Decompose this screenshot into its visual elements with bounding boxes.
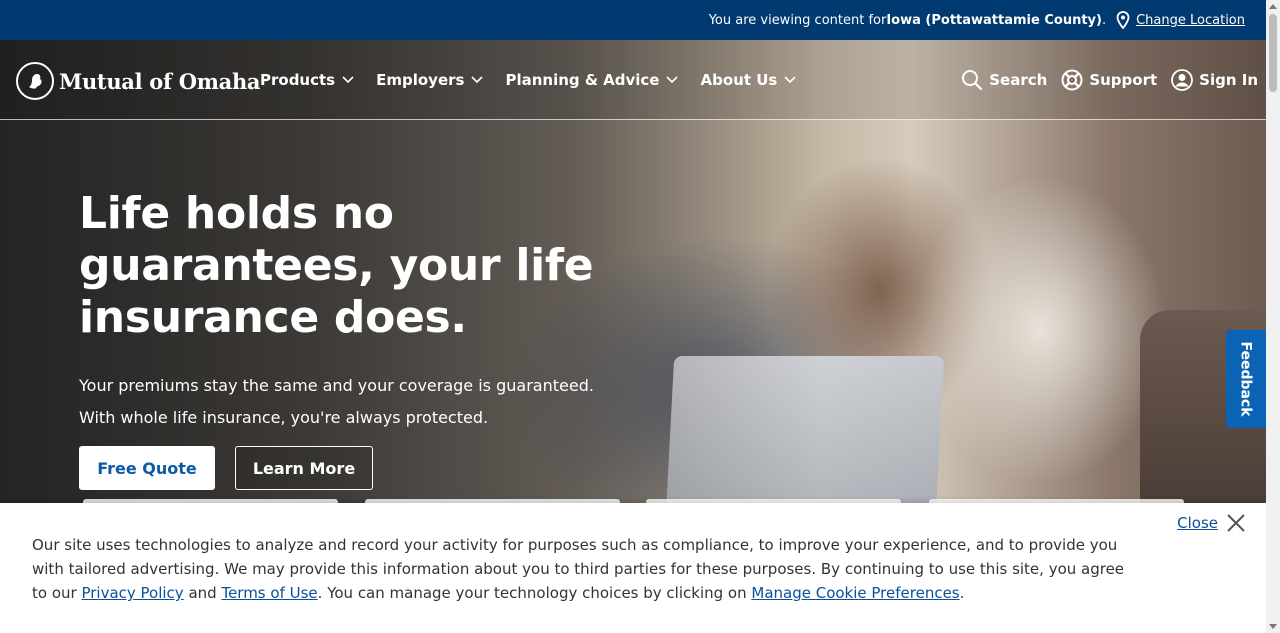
sign-in-button[interactable]: Sign In [1171, 69, 1258, 91]
learn-more-button[interactable]: Learn More [235, 446, 373, 490]
lion-logo-icon [16, 62, 54, 100]
cookie-close-link[interactable]: Close [1177, 514, 1218, 532]
cookie-banner: Close Our site uses technologies to anal… [0, 503, 1266, 633]
lifebuoy-icon [1061, 69, 1083, 91]
location-suffix: . [1101, 12, 1107, 28]
terms-of-use-link[interactable]: Terms of Use [221, 584, 317, 602]
nav-products[interactable]: Products [260, 71, 354, 89]
free-quote-button[interactable]: Free Quote [79, 446, 215, 490]
nav-employers[interactable]: Employers [376, 71, 484, 89]
search-button[interactable]: Search [961, 69, 1047, 91]
chevron-down-icon [471, 76, 484, 84]
support-button[interactable]: Support [1061, 69, 1157, 91]
nav-planning-advice[interactable]: Planning & Advice [505, 71, 679, 89]
search-icon [962, 70, 983, 91]
nav-about-us[interactable]: About Us [700, 71, 796, 89]
logo[interactable]: Mutual of Omaha [16, 62, 261, 100]
page-scrollbar[interactable] [1266, 0, 1280, 633]
scrollbar-thumb[interactable] [1269, 14, 1277, 92]
cookie-text: Our site uses technologies to analyze an… [32, 536, 1125, 602]
utility-nav: Search Support Sign In [947, 40, 1258, 120]
hero-subtitle: Your premiums stay the same and your cov… [79, 370, 639, 434]
site-header: Mutual of Omaha Products Employers Plann… [0, 40, 1266, 120]
current-location: Iowa (Pottawattamie County) [886, 12, 1102, 28]
hero-title: Life holds no guarantees, your life insu… [79, 188, 594, 343]
chevron-down-icon [342, 76, 354, 84]
chevron-down-icon [784, 76, 796, 84]
main-nav: Products Employers Planning & Advice Abo… [260, 40, 818, 120]
location-pin-icon [1116, 11, 1130, 29]
cookie-close-button[interactable]: Close [1177, 513, 1246, 533]
logo-text: Mutual of Omaha [59, 68, 261, 94]
chevron-down-icon [666, 76, 679, 84]
location-prefix: You are viewing content for [708, 12, 887, 28]
scroll-up-icon[interactable] [1269, 4, 1277, 9]
manage-cookie-preferences-link[interactable]: Manage Cookie Preferences [751, 584, 959, 602]
change-location-link[interactable]: Change Location [1136, 13, 1245, 28]
hero-subtitle-line-2: With whole life insurance, you're always… [79, 408, 489, 427]
feedback-tab[interactable]: Feedback [1226, 330, 1266, 428]
user-icon [1171, 69, 1194, 91]
scroll-down-icon[interactable] [1269, 624, 1277, 629]
privacy-policy-link[interactable]: Privacy Policy [81, 584, 183, 602]
location-bar: You are viewing content for Iowa (Pottaw… [0, 0, 1280, 40]
close-icon [1227, 514, 1245, 532]
hero-subtitle-line-1: Your premiums stay the same and your cov… [79, 376, 594, 395]
